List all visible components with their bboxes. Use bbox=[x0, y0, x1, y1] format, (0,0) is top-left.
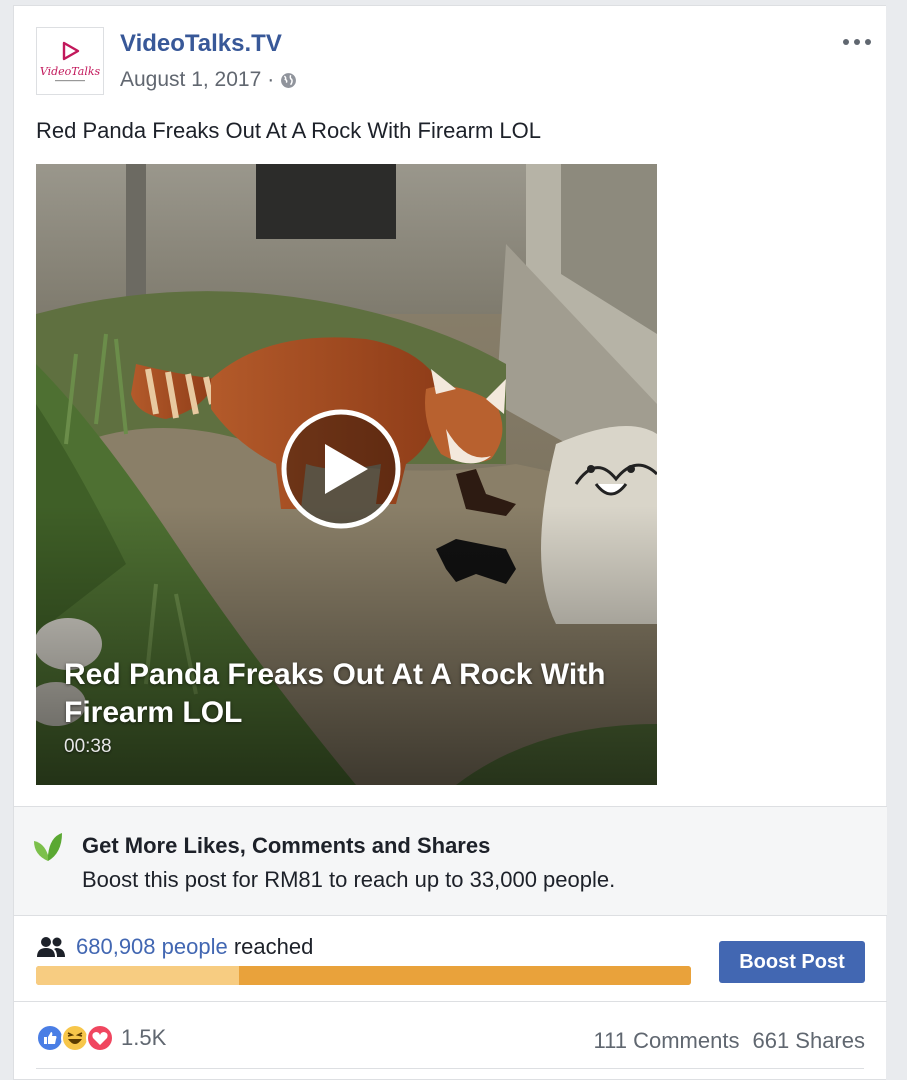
meta-separator: · bbox=[267, 68, 275, 91]
dot bbox=[865, 39, 871, 45]
post-text: Red Panda Freaks Out At A Rock With Fire… bbox=[36, 118, 541, 143]
divider bbox=[14, 1001, 887, 1002]
boost-promo[interactable]: Get More Likes, Comments and Shares Boos… bbox=[14, 806, 887, 916]
post-meta: August 1, 2017 · bbox=[120, 68, 297, 92]
page-avatar[interactable]: VideoTalks bbox=[36, 27, 104, 95]
haha-icon bbox=[61, 1024, 89, 1052]
reach-progress-bar bbox=[36, 966, 691, 985]
boost-promo-description: Boost this post for RM81 to reach up to … bbox=[82, 867, 616, 892]
logo-wordmark: VideoTalks bbox=[40, 65, 101, 78]
shares-count-link[interactable]: 661 Shares bbox=[752, 1028, 865, 1054]
comments-count-link[interactable]: 111 Comments bbox=[594, 1028, 740, 1054]
dot bbox=[854, 39, 860, 45]
reach-bar-paid bbox=[239, 966, 691, 985]
reach-summary: 680,908 people reached bbox=[36, 934, 313, 960]
leaf-icon bbox=[34, 833, 62, 861]
video-player[interactable]: Red Panda Freaks Out At A Rock With Fire… bbox=[36, 164, 657, 785]
dot bbox=[843, 39, 849, 45]
reach-count-link[interactable]: 680,908 people bbox=[76, 934, 228, 959]
video-title: Red Panda Freaks Out At A Rock With Fire… bbox=[64, 658, 606, 729]
play-icon[interactable] bbox=[280, 408, 402, 530]
globe-icon[interactable] bbox=[280, 72, 297, 89]
like-icon bbox=[36, 1024, 64, 1052]
boost-post-button[interactable]: Boost Post bbox=[719, 941, 865, 983]
boost-promo-title: Get More Likes, Comments and Shares bbox=[82, 833, 491, 858]
post-date[interactable]: August 1, 2017 bbox=[120, 68, 261, 92]
videotalks-logo: VideoTalks bbox=[40, 41, 101, 82]
more-options-icon[interactable] bbox=[839, 32, 875, 52]
reach-bar-organic bbox=[36, 966, 240, 985]
engagement-stats: 111 Comments 661 Shares bbox=[594, 1028, 865, 1054]
post-card: VideoTalks VideoTalks.TV August 1, 2017 … bbox=[13, 5, 887, 1080]
reactions-summary[interactable]: 1.5K bbox=[36, 1024, 166, 1052]
reactions-count: 1.5K bbox=[121, 1025, 167, 1050]
video-duration: 00:38 bbox=[64, 736, 112, 757]
reach-suffix: reached bbox=[233, 934, 314, 959]
love-icon bbox=[86, 1024, 114, 1052]
people-icon bbox=[37, 937, 65, 957]
divider bbox=[36, 1068, 864, 1069]
page-name-link[interactable]: VideoTalks.TV bbox=[120, 30, 282, 58]
